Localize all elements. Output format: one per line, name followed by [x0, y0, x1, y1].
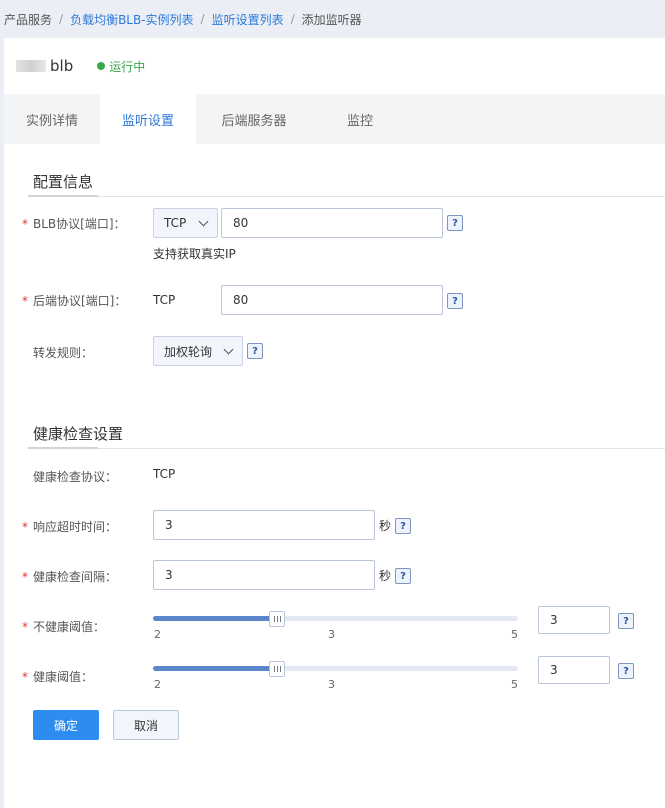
unhealthy-threshold-slider[interactable]	[153, 616, 518, 621]
help-icon[interactable]: ?	[395, 568, 411, 584]
instance-header: blb 运行中	[4, 38, 665, 94]
real-ip-hint: 支持获取真实IP	[153, 247, 236, 261]
health-section-divider	[28, 447, 665, 449]
config-section-title: 配置信息	[33, 173, 94, 191]
main-panel: blb 运行中 实例详情 监听设置 后端服务器 监控 配置信息 * BLB协议[…	[4, 38, 665, 808]
forward-rule-select[interactable]: 加权轮询	[153, 336, 243, 366]
instance-name: blb	[50, 57, 74, 75]
slider-tick-label: 3	[328, 678, 335, 691]
confirm-button[interactable]: 确定	[33, 710, 99, 740]
blb-port-input[interactable]	[221, 208, 443, 238]
backend-protocol-label: * 后端协议[端口]：	[22, 293, 127, 309]
backend-protocol-value: TCP	[153, 293, 176, 307]
help-icon[interactable]: ?	[618, 663, 634, 679]
masked-instance-prefix	[16, 60, 46, 72]
timeout-unit: 秒	[379, 519, 392, 533]
slider-handle[interactable]	[269, 661, 286, 677]
breadcrumb: 产品服务 / 负载均衡BLB-实例列表 / 监听设置列表 / 添加监听器	[0, 0, 665, 38]
blb-protocol-label: * BLB协议[端口]：	[22, 216, 126, 232]
status-badge: 运行中	[97, 58, 145, 75]
timeout-label: * 响应超时时间：	[22, 519, 118, 535]
healthy-threshold-slider[interactable]	[153, 666, 518, 671]
slider-tick-label: 3	[328, 628, 335, 641]
cancel-button[interactable]: 取消	[113, 710, 179, 740]
required-mark: *	[22, 293, 28, 308]
slider-tick-label: 5	[511, 678, 518, 691]
unhealthy-threshold-label: * 不健康阈值：	[22, 619, 106, 635]
help-icon[interactable]: ?	[618, 613, 634, 629]
breadcrumb-item-listener-list[interactable]: 监听设置列表	[212, 11, 284, 28]
tab-monitoring[interactable]: 监控	[312, 94, 408, 144]
required-mark: *	[22, 519, 28, 534]
help-icon[interactable]: ?	[447, 293, 463, 309]
slider-tick-label: 2	[154, 628, 161, 641]
slider-tick-label: 5	[511, 628, 518, 641]
grip-icon	[273, 616, 281, 622]
blb-protocol-select[interactable]: TCP	[153, 208, 218, 238]
healthy-threshold-input[interactable]	[538, 656, 610, 684]
help-icon[interactable]: ?	[395, 518, 411, 534]
required-mark: *	[22, 569, 28, 584]
slider-handle[interactable]	[269, 611, 286, 627]
breadcrumb-item-instance-list[interactable]: 负载均衡BLB-实例列表	[70, 11, 193, 28]
breadcrumb-separator: /	[200, 12, 205, 26]
tab-listener-settings[interactable]: 监听设置	[100, 94, 196, 144]
breadcrumb-item-products: 产品服务	[4, 12, 53, 27]
health-protocol-label: 健康检查协议：	[33, 470, 118, 484]
status-dot-icon	[97, 62, 106, 70]
forward-rule-label: 转发规则：	[33, 346, 94, 360]
healthy-threshold-label: * 健康阈值：	[22, 669, 94, 685]
unhealthy-threshold-input[interactable]	[538, 606, 610, 634]
tab-backend-servers[interactable]: 后端服务器	[196, 94, 312, 144]
chevron-down-icon	[223, 344, 234, 355]
help-icon[interactable]: ?	[447, 215, 463, 231]
timeout-input[interactable]	[153, 510, 375, 540]
required-mark: *	[22, 619, 28, 634]
status-text: 运行中	[109, 59, 146, 74]
interval-label: * 健康检查间隔：	[22, 569, 118, 585]
health-protocol-value: TCP	[153, 467, 176, 481]
required-mark: *	[22, 216, 28, 231]
breadcrumb-item-add-listener: 添加监听器	[301, 12, 362, 27]
backend-port-input[interactable]	[221, 285, 443, 315]
config-section-divider	[28, 195, 665, 197]
tab-instance-details[interactable]: 实例详情	[4, 94, 100, 144]
breadcrumb-separator: /	[290, 12, 295, 26]
tab-bar: 实例详情 监听设置 后端服务器 监控	[4, 94, 665, 144]
breadcrumb-separator: /	[59, 12, 64, 26]
interval-unit: 秒	[379, 569, 392, 583]
help-icon[interactable]: ?	[247, 343, 263, 359]
health-section-title: 健康检查设置	[33, 425, 124, 443]
grip-icon	[273, 666, 281, 672]
interval-input[interactable]	[153, 560, 375, 590]
required-mark: *	[22, 669, 28, 684]
slider-tick-label: 2	[154, 678, 161, 691]
chevron-down-icon	[198, 216, 209, 227]
